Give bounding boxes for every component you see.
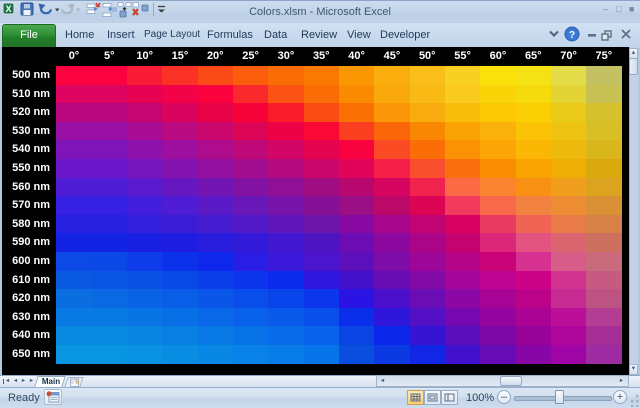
svg-text:X: X — [5, 4, 11, 14]
svg-text:?: ? — [569, 30, 575, 41]
